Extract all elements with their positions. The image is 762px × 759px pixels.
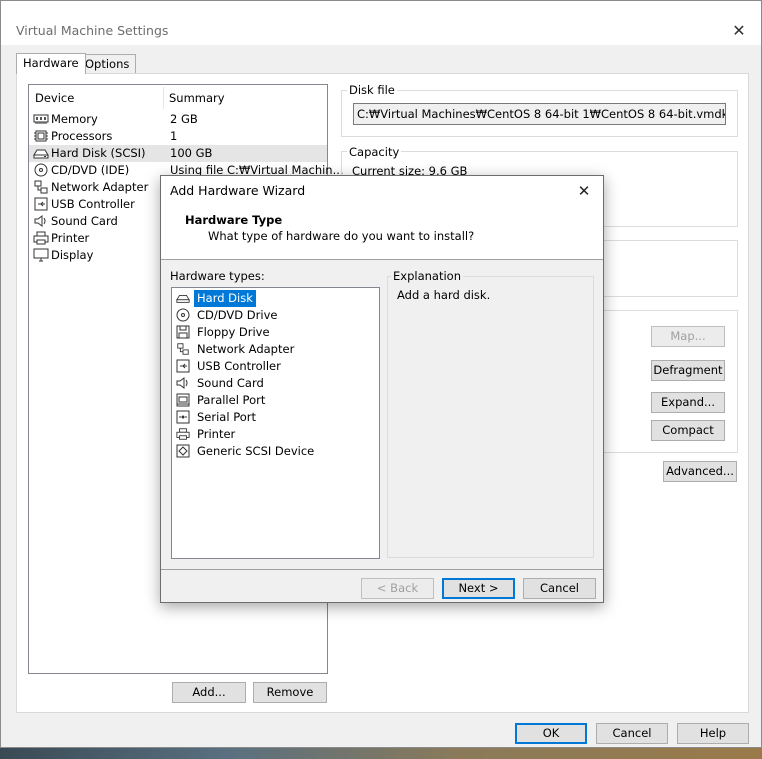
hard-disk-icon <box>33 146 49 160</box>
hardware-type-label: Sound Card <box>197 376 264 390</box>
compact-button[interactable]: Compact <box>651 420 725 441</box>
device-name: Memory <box>51 112 98 126</box>
device-name: Display <box>51 248 94 262</box>
printer-icon <box>33 231 49 245</box>
device-name: Printer <box>51 231 90 245</box>
window-title: Virtual Machine Settings <box>16 23 169 38</box>
help-button[interactable]: Help <box>677 723 749 744</box>
hardware-type-label: Floppy Drive <box>197 325 270 339</box>
hardware-type-label: Printer <box>197 427 236 441</box>
disk-file-path-field[interactable]: C:₩Virtual Machines₩CentOS 8 64-bit 1₩Ce… <box>353 103 726 125</box>
scsi-device-icon <box>176 444 190 458</box>
usb-icon <box>33 197 49 211</box>
column-header-summary[interactable]: Summary <box>169 85 225 111</box>
device-name: CD/DVD (IDE) <box>51 163 130 177</box>
add-device-button[interactable]: Add... <box>172 682 246 703</box>
hardware-type-label: CD/DVD Drive <box>197 308 278 322</box>
next-button[interactable]: Next > <box>442 578 515 599</box>
hardware-type-label: Serial Port <box>197 410 256 424</box>
hard-disk-icon <box>176 291 190 305</box>
device-name: USB Controller <box>51 197 135 211</box>
back-button[interactable]: < Back <box>361 578 434 599</box>
tab-options[interactable]: Options <box>78 54 137 73</box>
wizard-divider <box>161 569 603 570</box>
device-row-memory[interactable]: Memory 2 GB <box>29 111 327 128</box>
cd-dvd-icon <box>176 308 190 322</box>
wizard-cancel-button[interactable]: Cancel <box>523 578 596 599</box>
device-name: Network Adapter <box>51 180 149 194</box>
desktop-background-strip <box>0 748 762 759</box>
display-icon <box>33 248 49 262</box>
hardware-type-label: Hard Disk <box>194 290 256 307</box>
device-row-processors[interactable]: Processors 1 <box>29 128 327 145</box>
wizard-title: Add Hardware Wizard <box>170 183 306 198</box>
defragment-button[interactable]: Defragment <box>651 360 725 381</box>
explanation-label: Explanation <box>391 269 463 283</box>
wizard-subheading: What type of hardware do you want to ins… <box>208 229 475 243</box>
device-name: Sound Card <box>51 214 118 228</box>
device-summary: 100 GB <box>170 146 213 160</box>
printer-icon <box>176 427 190 441</box>
hardware-types-label: Hardware types: <box>170 269 265 283</box>
sound-card-icon <box>33 214 49 228</box>
remove-device-button[interactable]: Remove <box>253 682 327 703</box>
device-name: Processors <box>51 129 113 143</box>
device-row-hard-disk[interactable]: Hard Disk (SCSI) 100 GB <box>29 145 327 162</box>
close-icon[interactable]: ✕ <box>727 19 751 43</box>
wizard-heading: Hardware Type <box>185 213 283 227</box>
hardware-type-label: Generic SCSI Device <box>197 444 315 458</box>
hardware-type-label: USB Controller <box>197 359 281 373</box>
close-icon[interactable]: ✕ <box>573 180 595 202</box>
memory-icon <box>33 112 49 126</box>
network-adapter-icon <box>176 342 190 356</box>
serial-port-icon <box>176 410 190 424</box>
hardware-type-label: Parallel Port <box>197 393 266 407</box>
cd-dvd-icon <box>33 163 49 177</box>
explanation-text: Add a hard disk. <box>397 288 491 302</box>
disk-file-label: Disk file <box>347 83 397 97</box>
network-adapter-icon <box>33 180 49 194</box>
tab-hardware[interactable]: Hardware <box>16 53 86 74</box>
expand-button[interactable]: Expand... <box>651 392 725 413</box>
wizard-header: Hardware Type What type of hardware do y… <box>161 206 603 260</box>
hardware-types-list[interactable]: Hard Disk CD/DVD Drive Floppy Drive Netw… <box>171 287 380 559</box>
device-summary: 2 GB <box>170 112 198 126</box>
sound-card-icon <box>176 376 190 390</box>
floppy-icon <box>176 325 190 339</box>
explanation-group <box>387 276 594 558</box>
usb-icon <box>176 359 190 373</box>
column-header-device[interactable]: Device <box>35 85 74 111</box>
cancel-button[interactable]: Cancel <box>596 723 668 744</box>
device-summary: 1 <box>170 129 178 143</box>
capacity-label: Capacity <box>347 145 402 159</box>
map-button[interactable]: Map... <box>651 326 725 347</box>
advanced-button[interactable]: Advanced... <box>663 461 737 482</box>
hardware-type-label: Network Adapter <box>197 342 295 356</box>
column-divider <box>163 87 164 109</box>
parallel-port-icon <box>176 393 190 407</box>
processor-icon <box>33 129 49 143</box>
title-bar: Virtual Machine Settings ✕ <box>1 1 761 45</box>
add-hardware-wizard-dialog: Add Hardware Wizard ✕ Hardware Type What… <box>160 175 604 603</box>
wizard-title-bar: Add Hardware Wizard ✕ <box>161 176 603 206</box>
device-name: Hard Disk (SCSI) <box>51 146 146 160</box>
ok-button[interactable]: OK <box>515 723 587 744</box>
